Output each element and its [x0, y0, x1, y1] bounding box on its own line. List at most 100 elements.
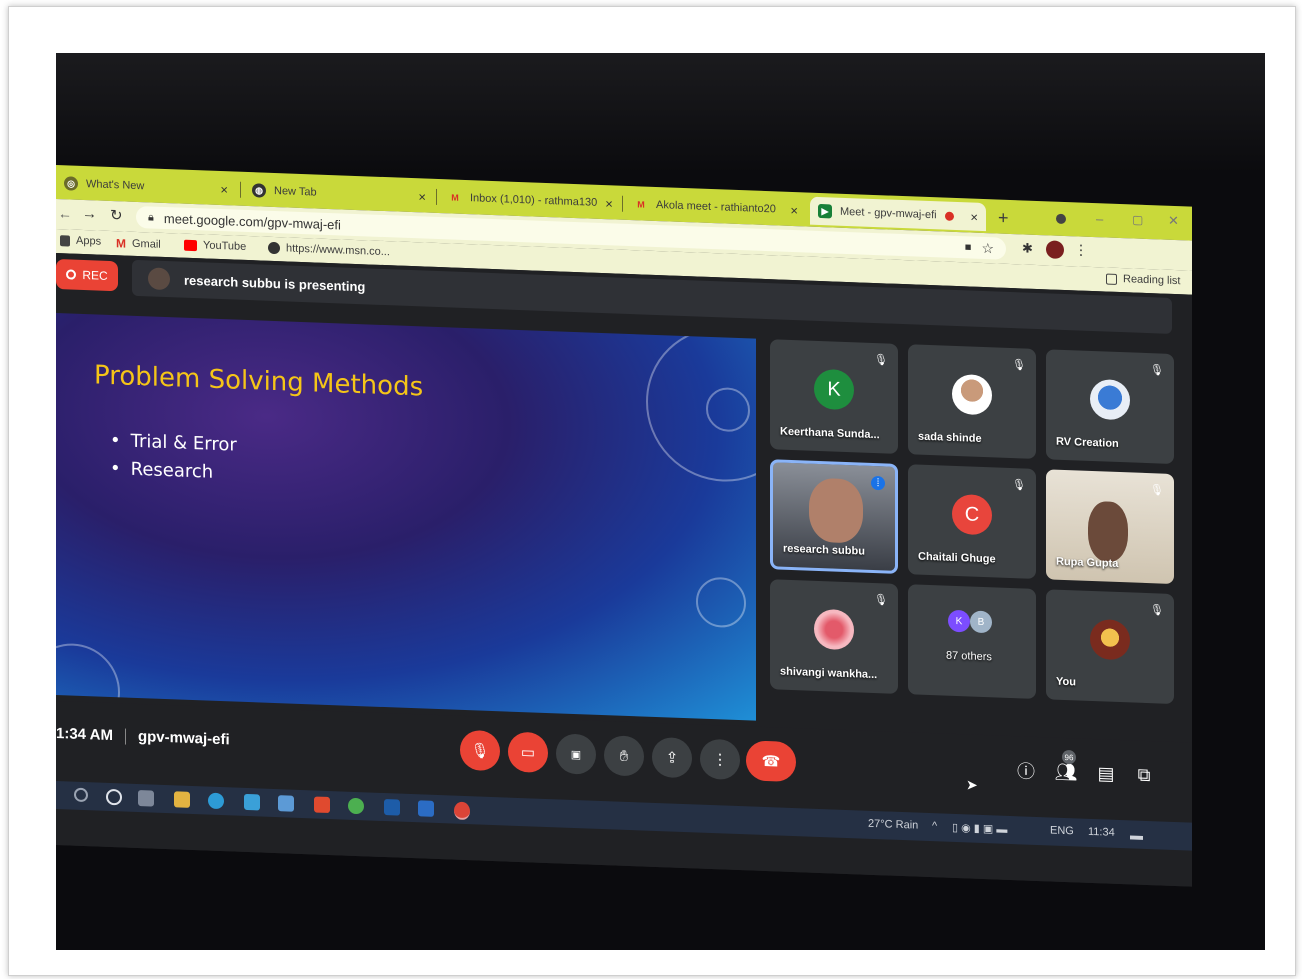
tab-new-tab[interactable]: ◍ New Tab × [244, 176, 434, 211]
bookmark-apps[interactable]: Apps [60, 234, 101, 248]
record-icon [66, 269, 77, 280]
captions-button[interactable]: ▣ [556, 733, 596, 775]
tab-inbox[interactable]: M Inbox (1,010) - rathma130 × [440, 183, 620, 218]
profile-avatar[interactable] [1046, 240, 1064, 259]
meet-app: REC research subbu is presenting Problem… [56, 253, 1192, 887]
minimize-icon[interactable]: – [1096, 211, 1103, 226]
leave-call-button[interactable]: ☎︎ [746, 740, 796, 783]
language-indicator[interactable]: ENG [1050, 824, 1074, 837]
bookmark-msn[interactable]: https://www.msn.co... [268, 241, 390, 258]
bookmark-star-icon[interactable]: ☆ [981, 239, 994, 256]
others-avatar-letter: K [948, 609, 970, 633]
reading-list-icon [1106, 273, 1117, 285]
file-explorer-icon[interactable] [174, 791, 190, 808]
maximize-icon[interactable]: ▢ [1132, 212, 1143, 226]
meet-icon: ▶ [818, 203, 832, 219]
gmail-icon: M [637, 199, 645, 210]
chat-button[interactable]: ▤ [1094, 761, 1118, 786]
chat-icon: ▤ [1097, 762, 1115, 784]
extensions-icon[interactable]: ✱ [1022, 240, 1033, 256]
meeting-details-button[interactable]: ⓘ [1014, 758, 1038, 783]
edge-icon[interactable] [208, 792, 224, 810]
chrome-menu-icon[interactable]: ⋮ [1074, 241, 1088, 259]
bookmark-gmail[interactable]: M Gmail [116, 236, 161, 252]
muted-mic-icon: 🎙︎ [1150, 484, 1164, 497]
participant-avatar-letter: C [952, 493, 992, 536]
tray-icons[interactable]: ▯ ◉ ▮ ▣ ▬ [952, 821, 1007, 836]
participant-name: Chaitali Ghuge [918, 550, 996, 566]
bookmark-label: Apps [76, 234, 102, 248]
url-text: meet.google.com/gpv-mwaj-efi [163, 210, 341, 232]
close-tab-icon[interactable]: × [212, 181, 228, 197]
speaking-indicator-icon: ⁞ [871, 475, 885, 491]
apps-grid-icon [60, 234, 70, 247]
monitor-photo: ◎ What's New × ◍ New Tab × M Inbox (1,01… [56, 53, 1265, 950]
reading-list-button[interactable]: Reading list [1106, 273, 1180, 287]
divider [124, 728, 126, 745]
chrome-icon: ◎ [64, 176, 78, 191]
chrome-active-icon[interactable] [454, 801, 470, 821]
close-tab-icon[interactable]: × [597, 195, 613, 211]
mouse-cursor-icon: ➤ [966, 776, 978, 793]
lightroom-icon[interactable] [384, 799, 400, 816]
app-icon[interactable] [418, 800, 434, 817]
reload-icon[interactable]: ↻ [110, 206, 123, 224]
participant-tile[interactable]: 🎙︎ sada shinde [908, 344, 1036, 459]
participant-tile-self[interactable]: 🎙︎ You [1046, 589, 1174, 704]
participant-tile[interactable]: 🎙︎ Rupa Gupta [1046, 469, 1174, 584]
notification-icon[interactable]: ▬ [1130, 827, 1143, 842]
profile-indicator-icon[interactable] [1056, 213, 1066, 225]
people-button[interactable]: 👥︎ 96 [1054, 749, 1078, 785]
tray-chevron-icon[interactable]: ^ [932, 820, 937, 832]
cortana-icon[interactable] [106, 788, 122, 806]
window-close-icon[interactable]: ✕ [1168, 213, 1179, 229]
tab-meet[interactable]: ▶ Meet - gpv-mwaj-efi × [810, 196, 986, 232]
camera-toggle-button[interactable]: ▭ [508, 731, 548, 774]
participant-avatar [1090, 618, 1130, 661]
decorative-ring [696, 576, 746, 629]
search-icon[interactable] [74, 787, 88, 803]
present-button[interactable]: ⇪ [652, 736, 692, 779]
camera-indicator-icon[interactable]: ■ [965, 241, 972, 253]
participant-tile-others[interactable]: K B 87 others [908, 584, 1036, 699]
office-icon[interactable] [314, 796, 330, 814]
presenting-text: research subbu is presenting [184, 272, 366, 294]
new-tab-button[interactable]: + [990, 203, 1020, 232]
captions-icon: ▣ [570, 748, 582, 761]
task-view-icon[interactable] [138, 790, 154, 807]
close-tab-icon[interactable]: × [410, 188, 426, 204]
store-icon[interactable] [244, 793, 260, 811]
tab-whats-new[interactable]: ◎ What's New × [56, 169, 236, 204]
participant-name: Keerthana Sunda... [780, 425, 880, 442]
taskbar-clock[interactable]: 11:34 [1088, 826, 1115, 839]
participant-tile-speaking[interactable]: ⁞ research subbu [770, 459, 898, 574]
slide-title: Problem Solving Methods [94, 360, 424, 403]
tab-separator [240, 181, 241, 198]
microphone-toggle-button[interactable]: 🎙︎ [460, 729, 500, 772]
close-tab-icon[interactable]: × [962, 209, 978, 224]
weather-widget[interactable]: 27°C Rain [868, 818, 918, 832]
tab-akola-meet[interactable]: M Akola meet - rathianto20 × [626, 190, 806, 225]
shared-screen-slide: Problem Solving Methods Trial & Error Re… [56, 313, 756, 721]
forward-icon[interactable]: → [82, 205, 97, 223]
participant-tile[interactable]: 🎙︎ C Chaitali Ghuge [908, 464, 1036, 579]
participant-tile[interactable]: 🎙︎ K Keerthana Sunda... [770, 339, 898, 454]
slide-bullet: Trial & Error [126, 428, 237, 460]
activities-button[interactable]: ⧉ [1132, 762, 1156, 787]
more-options-button[interactable]: ⋮ [700, 738, 740, 781]
bookmark-youtube[interactable]: YouTube [184, 239, 246, 253]
rec-label: REC [82, 267, 108, 283]
photos-icon[interactable] [278, 795, 294, 812]
participant-tile[interactable]: 🎙︎ shivangi wankha... [770, 579, 898, 694]
activities-icon: ⧉ [1137, 764, 1151, 785]
participant-avatar [952, 373, 992, 416]
camera-off-icon: ▭ [520, 744, 536, 762]
raise-hand-button[interactable]: ✋︎ [604, 735, 644, 777]
back-icon[interactable]: ← [58, 205, 72, 222]
meeting-time: 1:34 AM [56, 725, 113, 745]
more-vert-icon: ⋮ [712, 751, 728, 769]
close-tab-icon[interactable]: × [782, 202, 798, 217]
chrome-icon[interactable] [348, 797, 364, 815]
participant-tile[interactable]: 🎙︎ RV Creation [1046, 349, 1174, 464]
participant-name: RV Creation [1056, 435, 1119, 450]
